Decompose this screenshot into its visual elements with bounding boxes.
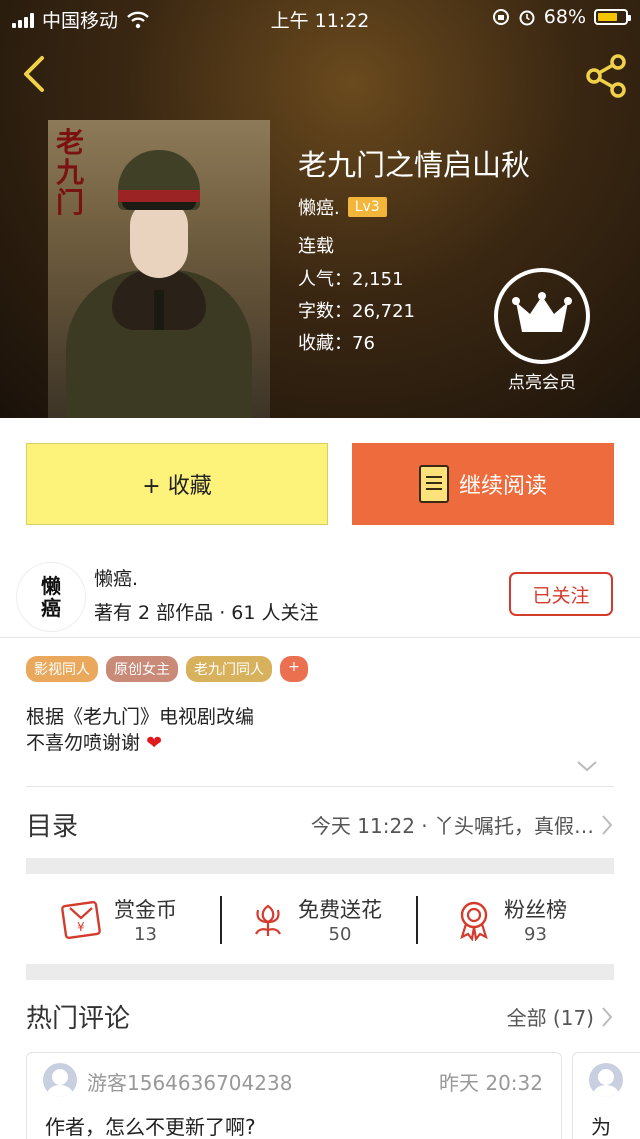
tag-list: 影视同人 原创女主 老九门同人 + bbox=[26, 656, 308, 682]
send-flower-label: 免费送花 bbox=[298, 898, 382, 922]
table-of-contents-row[interactable]: 目录 今天 11:22 · 丫头嘱托，真假… bbox=[0, 788, 640, 858]
book-cover[interactable]: 老九门 bbox=[48, 120, 270, 418]
section-separator bbox=[26, 858, 614, 874]
alarm-icon bbox=[519, 10, 535, 26]
comment-time: 昨天 20:32 bbox=[439, 1071, 543, 1095]
author-name[interactable]: 懒癌. bbox=[298, 194, 340, 220]
cover-calligraphy: 老九门 bbox=[56, 126, 85, 219]
comment-text: 作者，怎么不更新了啊? bbox=[45, 1115, 256, 1139]
section-separator bbox=[26, 964, 614, 980]
hot-comments-title: 热门评论 bbox=[26, 1004, 131, 1034]
add-tag-button[interactable]: + bbox=[280, 656, 308, 682]
send-flower-count: 50 bbox=[328, 924, 352, 945]
avatar[interactable]: 懒 癌 bbox=[16, 562, 86, 632]
reward-coins-label: 赏金币 bbox=[114, 898, 177, 922]
fan-ranking-count: 93 bbox=[524, 924, 547, 945]
back-chevron-icon bbox=[24, 56, 44, 92]
stats-row: ¥ 赏金币 13 免费送花 50 粉丝榜 93 bbox=[26, 876, 614, 964]
vip-button[interactable]: 点亮会员 bbox=[490, 268, 594, 393]
send-flower-button[interactable]: 免费送花 50 bbox=[248, 894, 382, 945]
serial-status: 连载 bbox=[298, 236, 334, 257]
divider bbox=[220, 896, 222, 944]
level-badge: Lv3 bbox=[347, 197, 387, 217]
reward-coins-button[interactable]: ¥ 赏金币 13 bbox=[60, 894, 177, 945]
continue-reading-button[interactable]: 继续阅读 bbox=[352, 443, 614, 525]
svg-text:¥: ¥ bbox=[77, 920, 85, 934]
red-envelope-icon: ¥ bbox=[61, 900, 101, 939]
latest-chapter: 今天 11:22 · 丫头嘱托，真假… bbox=[310, 814, 594, 838]
comment-card[interactable]: 游客1564636704238 昨天 20:32 作者，怎么不更新了啊? bbox=[26, 1052, 562, 1139]
book-title: 老九门之情启山秋 bbox=[298, 148, 531, 182]
chevron-down-icon bbox=[577, 761, 597, 772]
book-header: 中国移动 上午 11:22 68% 老九门 老九门之情启山秋 懒癌. Lv3 连… bbox=[0, 0, 640, 418]
book-detail: + 收藏 继续阅读 懒 癌 懒癌. 著有 2 部作品 · 61 人关注 已关注 … bbox=[0, 418, 640, 1139]
crown-icon bbox=[512, 292, 572, 332]
continue-reading-label: 继续阅读 bbox=[458, 474, 547, 499]
comment-card[interactable]: 为 bbox=[572, 1052, 640, 1139]
battery-icon bbox=[594, 9, 631, 25]
heart-icon: ❤ bbox=[146, 732, 162, 754]
word-count: 字数：26,721 bbox=[298, 301, 415, 322]
back-button[interactable] bbox=[16, 54, 56, 94]
share-button[interactable] bbox=[582, 52, 630, 100]
author-card-summary: 著有 2 部作品 · 61 人关注 bbox=[94, 602, 319, 624]
comment-text: 为 bbox=[591, 1115, 611, 1139]
avatar bbox=[43, 1063, 77, 1097]
tag[interactable]: 影视同人 bbox=[26, 656, 98, 682]
favorite-count: 收藏：76 bbox=[298, 333, 375, 354]
flower-icon bbox=[255, 904, 281, 936]
tag[interactable]: 老九门同人 bbox=[186, 656, 272, 682]
all-comments-link[interactable]: 全部 (17) bbox=[507, 1002, 594, 1031]
battery-percent: 68% bbox=[543, 6, 586, 28]
tag[interactable]: 原创女主 bbox=[106, 656, 178, 682]
author-card-name: 懒癌. bbox=[94, 568, 139, 590]
expand-description-button[interactable] bbox=[576, 758, 598, 777]
comment-user: 游客1564636704238 bbox=[87, 1071, 293, 1095]
book-icon bbox=[418, 465, 449, 503]
book-description: 根据《老九门》电视剧改编 不喜勿喷谢谢 ❤ bbox=[26, 706, 255, 754]
avatar bbox=[589, 1063, 623, 1097]
vip-label: 点亮会员 bbox=[508, 373, 576, 393]
hot-comments-header[interactable]: 热门评论 全部 (17) bbox=[0, 990, 640, 1050]
follow-button[interactable]: 已关注 bbox=[509, 572, 613, 616]
fan-ranking-label: 粉丝榜 bbox=[504, 898, 567, 922]
author-card[interactable]: 懒 癌 懒癌. 著有 2 部作品 · 61 人关注 已关注 bbox=[0, 554, 640, 638]
fan-ranking-button[interactable]: 粉丝榜 93 bbox=[454, 894, 567, 945]
divider bbox=[416, 896, 418, 944]
share-icon bbox=[586, 54, 626, 98]
chevron-right-icon bbox=[602, 1007, 613, 1027]
divider bbox=[26, 786, 614, 787]
toc-title: 目录 bbox=[26, 812, 79, 842]
chevron-right-icon bbox=[602, 815, 613, 835]
collect-button[interactable]: + 收藏 bbox=[26, 443, 328, 525]
rotation-lock-icon bbox=[492, 9, 509, 25]
status-bar: 中国移动 上午 11:22 68% bbox=[0, 0, 640, 36]
reward-coins-count: 13 bbox=[134, 924, 157, 945]
popularity: 人气：2,151 bbox=[298, 269, 404, 290]
medal-icon bbox=[460, 901, 488, 941]
